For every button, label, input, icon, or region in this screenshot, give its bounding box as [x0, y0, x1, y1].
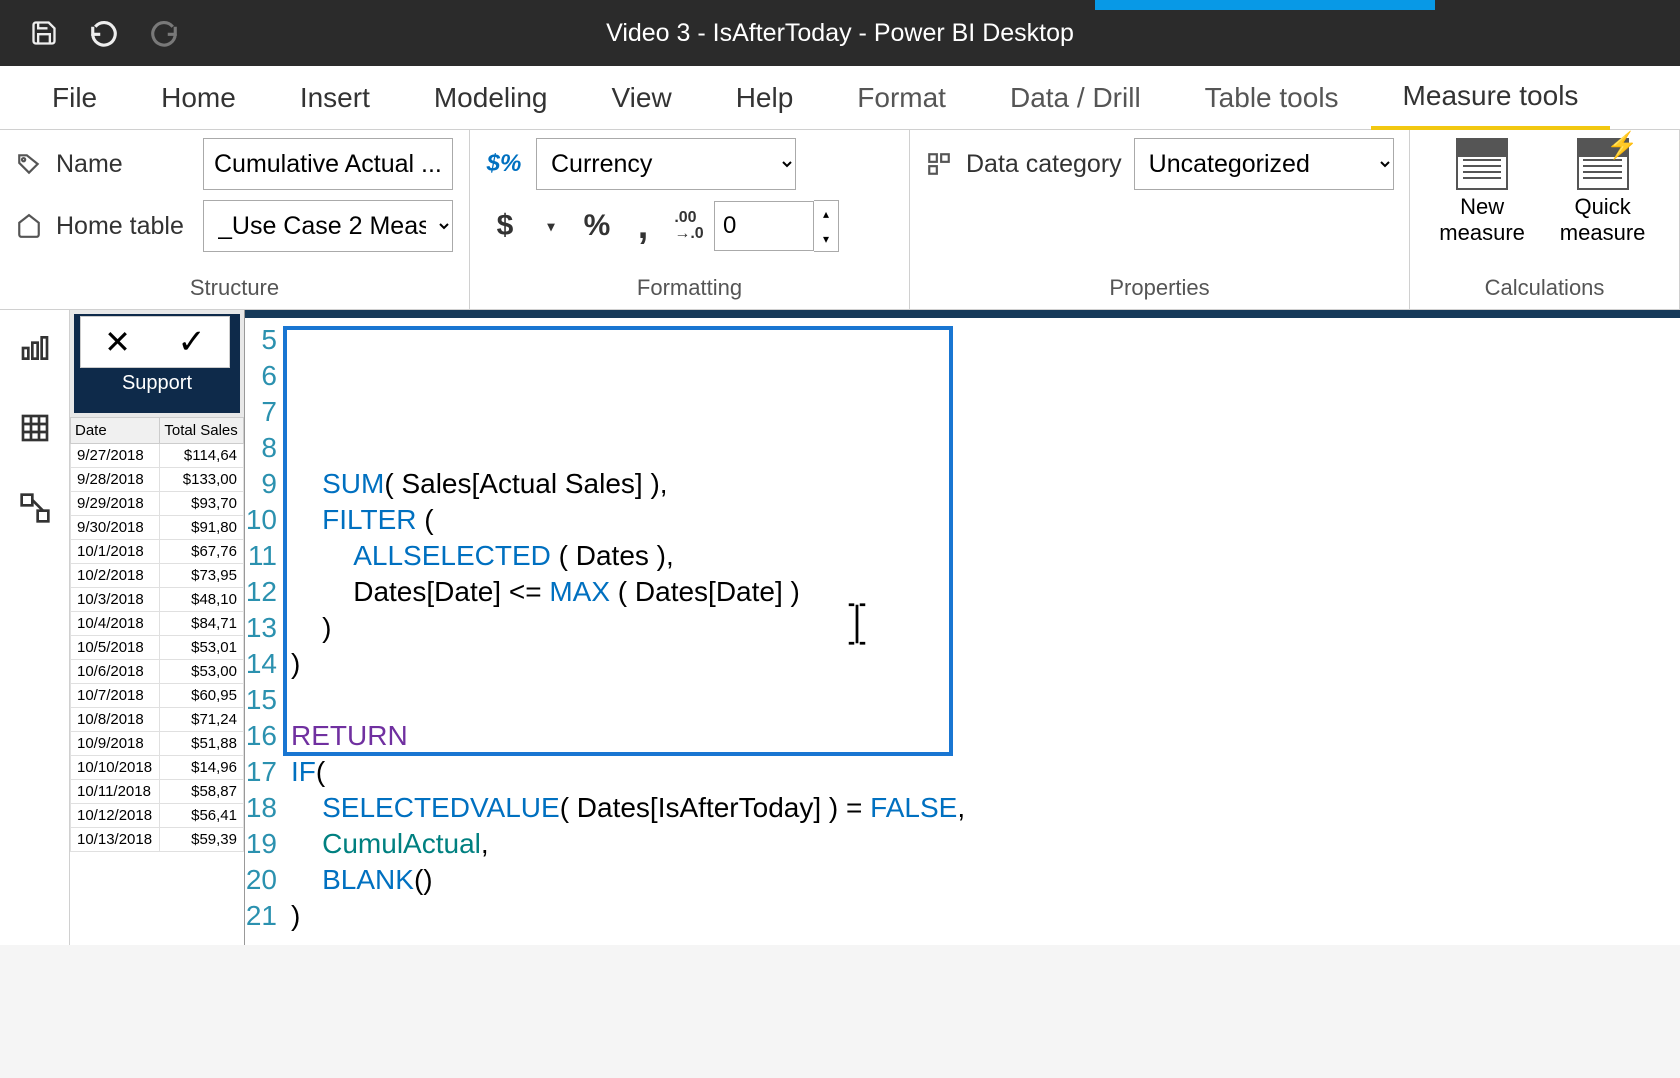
table-row[interactable]: 10/4/2018$84,71 — [71, 612, 244, 636]
menu-view[interactable]: View — [580, 66, 704, 130]
code-line[interactable]: FILTER ( — [291, 502, 1680, 538]
view-bar — [0, 310, 70, 945]
menu-format[interactable]: Format — [825, 66, 978, 130]
window-title: Video 3 - IsAfterToday - Power BI Deskto… — [606, 19, 1074, 48]
save-button[interactable] — [24, 13, 64, 53]
category-icon — [924, 151, 954, 177]
home-table-label: Home table — [56, 212, 191, 241]
home-table-select[interactable]: _Use Case 2 Measu... — [203, 200, 453, 252]
menu-file[interactable]: File — [20, 66, 129, 130]
code-line[interactable]: ) — [291, 898, 1680, 934]
home-table-icon — [14, 213, 44, 239]
left-panel: ✕ ✓ Support DateTotal Sales9/27/2018$114… — [70, 310, 245, 945]
model-view-button[interactable] — [15, 488, 55, 528]
accent-tab-indicator — [1095, 0, 1435, 10]
menu-data-drill[interactable]: Data / Drill — [978, 66, 1173, 130]
commit-formula-button[interactable]: ✓ — [177, 322, 206, 362]
menu-measure-tools[interactable]: Measure tools — [1371, 66, 1611, 130]
text-cursor-icon — [843, 602, 871, 651]
table-row[interactable]: 10/10/2018$14,96 — [71, 756, 244, 780]
table-row[interactable]: 10/6/2018$53,00 — [71, 660, 244, 684]
table-row[interactable]: 10/9/2018$51,88 — [71, 732, 244, 756]
properties-group-label: Properties — [924, 269, 1395, 301]
undo-button[interactable] — [84, 13, 124, 53]
data-preview-table[interactable]: DateTotal Sales9/27/2018$114,649/28/2018… — [70, 417, 244, 945]
percent-button[interactable]: % — [576, 201, 618, 251]
format-type-icon: $% — [484, 150, 524, 178]
menu-modeling[interactable]: Modeling — [402, 66, 580, 130]
title-bar: Video 3 - IsAfterToday - Power BI Deskto… — [0, 0, 1680, 66]
menu-help[interactable]: Help — [704, 66, 826, 130]
currency-dropdown[interactable]: ▾ — [530, 201, 572, 251]
format-select[interactable]: Currency — [536, 138, 796, 190]
decimal-decrement[interactable]: ▾ — [814, 226, 838, 251]
menu-table-tools[interactable]: Table tools — [1173, 66, 1371, 130]
table-header[interactable]: Date — [71, 418, 160, 444]
table-header[interactable]: Total Sales — [160, 418, 244, 444]
table-row[interactable]: 9/29/2018$93,70 — [71, 492, 244, 516]
tag-icon — [14, 151, 44, 177]
quick-measure-button[interactable]: ⚡ Quick measure — [1550, 138, 1655, 247]
code-line[interactable] — [291, 1006, 1680, 1042]
code-line[interactable] — [291, 682, 1680, 718]
code-line[interactable]: SELECTEDVALUE( Dates[IsAfterToday] ) = F… — [291, 790, 1680, 826]
report-view-button[interactable] — [15, 328, 55, 368]
ribbon-group-formatting: $% Currency $ ▾ % , .00→.0 ▴▾ Formatting — [470, 130, 910, 309]
code-line[interactable]: CumulActual, — [291, 826, 1680, 862]
ribbon-group-properties: Data category Uncategorized Properties — [910, 130, 1410, 309]
name-label: Name — [56, 150, 191, 179]
formula-editor[interactable]: 56789101112131415161718192021 SUM( Sales… — [245, 310, 1680, 945]
data-category-select[interactable]: Uncategorized — [1134, 138, 1394, 190]
new-measure-icon — [1456, 138, 1508, 190]
data-category-label: Data category — [966, 150, 1122, 179]
table-row[interactable]: 10/1/2018$67,76 — [71, 540, 244, 564]
table-row[interactable]: 10/7/2018$60,95 — [71, 684, 244, 708]
code-line[interactable]: ) — [291, 610, 1680, 646]
ribbon-group-calculations: New measure ⚡ Quick measure Calculations — [1410, 130, 1680, 309]
ribbon-group-structure: Name Home table _Use Case 2 Measu... Str… — [0, 130, 470, 309]
calculations-group-label: Calculations — [1424, 269, 1665, 301]
currency-button[interactable]: $ — [484, 201, 526, 251]
redo-button[interactable] — [144, 13, 184, 53]
code-line[interactable]: ALLSELECTED ( Dates ), — [291, 538, 1680, 574]
menu-bar: File Home Insert Modeling View Help Form… — [0, 66, 1680, 130]
workspace: ✕ ✓ Support DateTotal Sales9/27/2018$114… — [0, 310, 1680, 945]
menu-insert[interactable]: Insert — [268, 66, 402, 130]
table-row[interactable]: 10/12/2018$56,41 — [71, 804, 244, 828]
code-area[interactable]: SUM( Sales[Actual Sales] ), FILTER ( ALL… — [283, 322, 1680, 1078]
table-row[interactable]: 10/11/2018$58,87 — [71, 780, 244, 804]
lightning-icon: ⚡ — [1606, 130, 1638, 161]
line-gutter: 56789101112131415161718192021 — [245, 322, 283, 1078]
table-row[interactable]: 9/27/2018$114,64 — [71, 444, 244, 468]
measure-name-input[interactable] — [203, 138, 453, 190]
table-row[interactable]: 10/5/2018$53,01 — [71, 636, 244, 660]
code-line[interactable]: ) — [291, 646, 1680, 682]
formatting-group-label: Formatting — [484, 269, 895, 301]
code-line[interactable] — [291, 934, 1680, 970]
table-row[interactable]: 10/2/2018$73,95 — [71, 564, 244, 588]
code-line[interactable] — [291, 1042, 1680, 1078]
table-row[interactable]: 10/8/2018$71,24 — [71, 708, 244, 732]
code-line[interactable]: SUM( Sales[Actual Sales] ), — [291, 466, 1680, 502]
table-row[interactable]: 10/13/2018$59,39 — [71, 828, 244, 852]
structure-group-label: Structure — [14, 269, 455, 301]
decimal-places-icon: .00→.0 — [668, 201, 710, 251]
code-line[interactable]: BLANK() — [291, 862, 1680, 898]
code-line[interactable]: RETURN — [291, 718, 1680, 754]
new-measure-button[interactable]: New measure — [1434, 138, 1530, 247]
data-view-button[interactable] — [15, 408, 55, 448]
decimal-count-input[interactable] — [714, 201, 814, 251]
code-line[interactable]: IF( — [291, 754, 1680, 790]
code-line[interactable] — [291, 970, 1680, 1006]
cancel-formula-button[interactable]: ✕ — [104, 323, 131, 361]
thousands-separator-button[interactable]: , — [622, 201, 664, 251]
table-row[interactable]: 9/30/2018$91,80 — [71, 516, 244, 540]
table-row[interactable]: 10/3/2018$48,10 — [71, 588, 244, 612]
support-label: Support — [122, 372, 192, 395]
table-row[interactable]: 9/28/2018$133,00 — [71, 468, 244, 492]
ribbon: Name Home table _Use Case 2 Measu... Str… — [0, 130, 1680, 310]
code-line[interactable]: Dates[Date] <= MAX ( Dates[Date] ) — [291, 574, 1680, 610]
menu-home[interactable]: Home — [129, 66, 268, 130]
decimal-increment[interactable]: ▴ — [814, 201, 838, 226]
